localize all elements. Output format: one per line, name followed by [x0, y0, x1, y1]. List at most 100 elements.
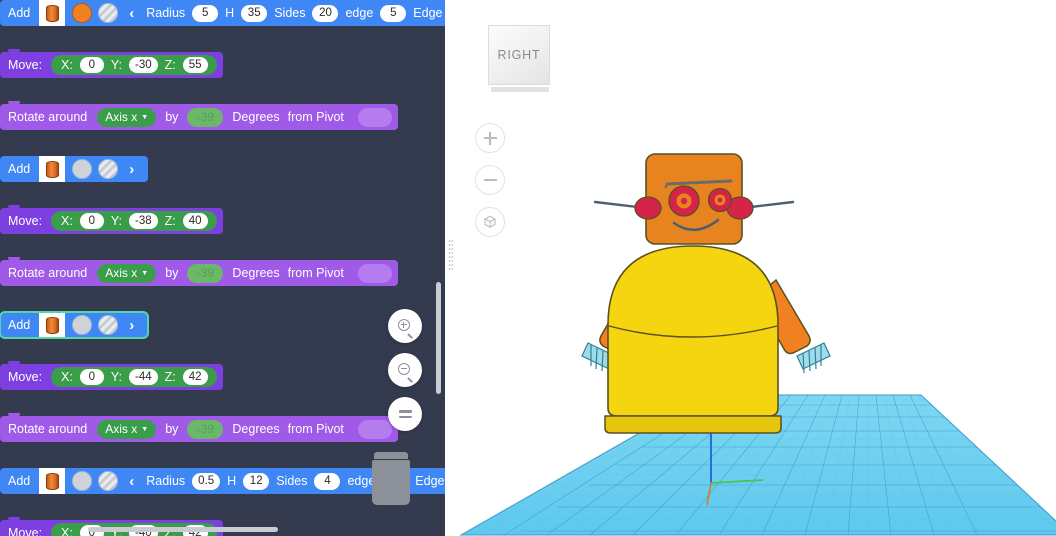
- param-label-0: Radius: [146, 474, 186, 488]
- cylinder-icon[interactable]: [39, 156, 66, 182]
- rotate-pivot-label: from Pivot: [287, 266, 344, 280]
- rotate-pivot-slot[interactable]: [357, 107, 392, 127]
- view-cube-base: [491, 87, 549, 92]
- param-value-0[interactable]: 5: [192, 4, 219, 22]
- move-z-input[interactable]: 55: [182, 57, 208, 73]
- view-cube[interactable]: RIGHT: [488, 25, 552, 99]
- rotate-block[interactable]: Rotate around Axis x ▼ by -39 Degrees from Piv…: [0, 413, 398, 442]
- chevron-down-icon: ▼: [141, 425, 149, 433]
- solid-color-swatch[interactable]: [72, 315, 93, 335]
- block-row: Move: X: 0 Y: -44 Z: 42: [0, 361, 445, 390]
- hole-color-swatch[interactable]: [98, 471, 119, 491]
- move-block[interactable]: Move: X: 0 Y: -30 Z: 55: [0, 49, 223, 78]
- move-z-input[interactable]: 40: [182, 213, 208, 229]
- rotate-pivot-label: from Pivot: [287, 110, 344, 124]
- move-y-input[interactable]: -38: [128, 213, 158, 229]
- axis-select-value: Axis x: [105, 110, 138, 124]
- block-row: Add‹Radius5H35Sides20edge5Edge Steps: [0, 0, 445, 26]
- move-block-label: Move:: [8, 526, 43, 536]
- chevron-down-icon: ▼: [141, 113, 149, 121]
- param-label-3: edge: [345, 6, 374, 20]
- param-value-3[interactable]: 5: [380, 4, 407, 22]
- move-x-label: X:: [61, 526, 73, 536]
- block-row: Rotate around Axis x ▼ by -39 Degrees from Piv…: [0, 101, 445, 130]
- expand-chevron-icon[interactable]: ›: [129, 318, 134, 333]
- hole-color-swatch[interactable]: [98, 159, 119, 179]
- param-label-0: Radius: [146, 6, 186, 20]
- solid-color-swatch[interactable]: [72, 471, 93, 491]
- add-block-label: Add: [8, 6, 31, 20]
- rotate-degrees-input[interactable]: -39: [187, 419, 224, 439]
- rotate-pivot-slot[interactable]: [357, 419, 392, 439]
- add-block-label: Add: [8, 318, 31, 332]
- param-value-1[interactable]: 35: [241, 4, 268, 22]
- param-value-2[interactable]: 20: [312, 4, 339, 22]
- block-row: Rotate around Axis x ▼ by -39 Degrees from Piv…: [0, 257, 445, 286]
- rotate-by-label: by: [165, 422, 179, 436]
- viewport-zoom-in-button[interactable]: [475, 123, 505, 153]
- move-z-input[interactable]: 42: [182, 369, 208, 385]
- editor-window: Add‹Radius5H35Sides20edge5Edge StepsMove…: [0, 0, 1056, 536]
- panel-divider[interactable]: [445, 0, 456, 536]
- block-row: Add ›: [0, 156, 445, 182]
- viewport-zoom-out-button[interactable]: [475, 165, 505, 195]
- move-coords-group: X: 0 Y: -30 Z: 55: [51, 55, 217, 75]
- move-z-label: Z:: [164, 370, 176, 384]
- axis-select[interactable]: Axis x ▼: [97, 107, 157, 127]
- rotate-pivot-slot[interactable]: [357, 263, 392, 283]
- divider-grip-icon[interactable]: [448, 239, 453, 271]
- param-value-0[interactable]: 0.5: [192, 472, 221, 490]
- rotate-degrees-label: Degrees: [232, 110, 280, 124]
- move-x-input[interactable]: 0: [79, 213, 104, 229]
- edge-steps-label: Edge Steps: [413, 6, 445, 20]
- move-x-input[interactable]: 0: [79, 369, 104, 385]
- add-block[interactable]: Add ›: [0, 311, 150, 339]
- axis-select[interactable]: Axis x ▼: [97, 419, 157, 439]
- add-block[interactable]: Add‹Radius5H35Sides20edge5Edge Steps: [0, 0, 445, 26]
- param-value-2[interactable]: 4: [314, 472, 341, 490]
- move-y-input[interactable]: -44: [128, 369, 158, 385]
- rotate-block[interactable]: Rotate around Axis x ▼ by -39 Degrees from Piv…: [0, 101, 398, 130]
- rotate-degrees-input[interactable]: -39: [187, 107, 224, 127]
- move-block[interactable]: Move: X: 0 Y: -38 Z: 40: [0, 205, 223, 234]
- param-label-2: Sides: [274, 6, 306, 20]
- param-label-2: Sides: [276, 474, 308, 488]
- expand-chevron-icon[interactable]: ›: [129, 162, 134, 177]
- plus-icon: [483, 131, 497, 145]
- blocks-zoom-in-button[interactable]: [388, 309, 422, 343]
- param-value-1[interactable]: 12: [243, 472, 270, 490]
- solid-color-swatch[interactable]: [72, 159, 93, 179]
- hole-color-swatch[interactable]: [98, 3, 119, 23]
- move-y-label: Y:: [110, 214, 122, 228]
- blocks-vertical-scrollbar[interactable]: [436, 282, 441, 394]
- trash-icon[interactable]: [372, 452, 410, 506]
- axis-select[interactable]: Axis x ▼: [97, 263, 157, 283]
- robot-model[interactable]: [571, 150, 841, 440]
- solid-color-swatch[interactable]: [72, 3, 93, 23]
- add-block[interactable]: Add ›: [0, 156, 149, 182]
- collapse-chevron-icon[interactable]: ‹: [129, 474, 134, 489]
- collapse-chevron-icon[interactable]: ‹: [129, 6, 134, 21]
- viewport-fit-view-button[interactable]: [475, 207, 505, 237]
- rotate-block[interactable]: Rotate around Axis x ▼ by -39 Degrees from Piv…: [0, 257, 398, 286]
- cylinder-icon[interactable]: [39, 468, 66, 494]
- blocks-zoom-out-button[interactable]: [388, 353, 422, 387]
- axis-select-value: Axis x: [105, 266, 138, 280]
- rotate-degrees-input[interactable]: -39: [187, 263, 224, 283]
- cylinder-icon[interactable]: [39, 312, 66, 338]
- move-y-input[interactable]: -30: [128, 57, 158, 73]
- move-block[interactable]: Move: X: 0 Y: -44 Z: 42: [0, 361, 223, 390]
- rotate-block-label: Rotate around: [8, 266, 88, 280]
- blocks-zoom-reset-button[interactable]: [388, 397, 422, 431]
- chevron-down-icon: ▼: [141, 269, 149, 277]
- blocks-panel[interactable]: Add‹Radius5H35Sides20edge5Edge StepsMove…: [0, 0, 445, 536]
- blocks-horizontal-scrollbar[interactable]: [88, 527, 278, 532]
- axis-select-value: Axis x: [105, 422, 138, 436]
- rotate-by-label: by: [165, 110, 179, 124]
- block-row: Add ›: [0, 311, 445, 339]
- rotate-by-label: by: [165, 266, 179, 280]
- hole-color-swatch[interactable]: [98, 315, 119, 335]
- 3d-viewport[interactable]: RIGHT: [456, 0, 1056, 536]
- move-x-input[interactable]: 0: [79, 57, 104, 73]
- cylinder-icon[interactable]: [39, 0, 66, 26]
